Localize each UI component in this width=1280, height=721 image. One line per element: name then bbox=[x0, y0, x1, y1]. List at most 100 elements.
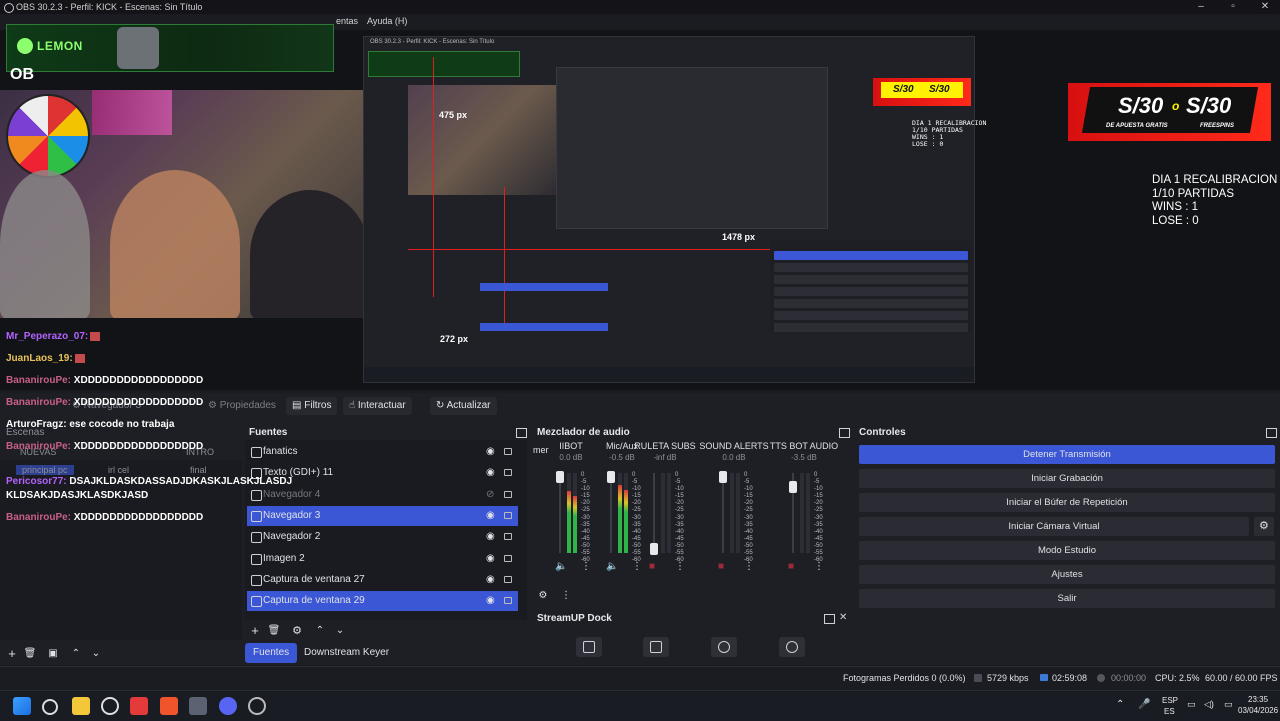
tab-fuentes[interactable]: Fuentes bbox=[245, 643, 298, 663]
source-move-up-button[interactable]: ⌃ bbox=[312, 623, 328, 639]
scene-item[interactable]: principal pc bbox=[16, 465, 74, 475]
lock-icon[interactable] bbox=[504, 490, 512, 498]
app-circle-icon[interactable] bbox=[248, 697, 266, 715]
file-explorer-icon[interactable] bbox=[72, 697, 90, 715]
menu-item-herramientas[interactable]: entas bbox=[336, 16, 358, 26]
lock-icon[interactable] bbox=[504, 469, 512, 477]
clock-date[interactable]: 03/04/2026 bbox=[1238, 706, 1278, 715]
scene-filters-button[interactable]: ▣ bbox=[45, 646, 61, 662]
interact-button[interactable]: ☝ Interactuar bbox=[343, 397, 412, 415]
source-row[interactable]: Navegador 3 ◉ bbox=[247, 505, 518, 526]
volume-fader[interactable] bbox=[789, 473, 797, 553]
volume-fader[interactable] bbox=[556, 471, 564, 553]
refresh-button[interactable]: ↻ Actualizar bbox=[430, 397, 497, 415]
volume-fader[interactable] bbox=[650, 473, 658, 555]
add-source-button[interactable]: + bbox=[247, 623, 263, 639]
close-window-button[interactable]: ✕ bbox=[1250, 0, 1280, 14]
start-replay-buffer-button[interactable]: Iniciar el Búfer de Repetición bbox=[859, 493, 1275, 512]
settings-button[interactable]: Ajustes bbox=[859, 565, 1275, 584]
scenes-list[interactable] bbox=[0, 460, 242, 640]
volume-fader[interactable] bbox=[719, 471, 727, 553]
streamup-close-icon[interactable]: ✕ bbox=[839, 612, 847, 623]
remove-source-button[interactable]: 🗑 bbox=[266, 623, 282, 639]
volume-fader[interactable] bbox=[607, 471, 615, 553]
visibility-eye-icon[interactable]: ⊘ bbox=[486, 489, 494, 500]
language-indicator[interactable]: ESP bbox=[1162, 696, 1178, 705]
start-recording-button[interactable]: Iniciar Grabación bbox=[859, 469, 1275, 488]
maximize-button[interactable]: ▫ bbox=[1218, 0, 1248, 14]
lock-icon[interactable] bbox=[504, 448, 512, 455]
exit-button[interactable]: Salir bbox=[859, 589, 1275, 608]
scene-item[interactable]: final bbox=[190, 465, 207, 475]
streamup-float-icon[interactable] bbox=[824, 614, 835, 624]
mixer-float-icon[interactable] bbox=[839, 428, 850, 438]
lock-icon[interactable] bbox=[504, 533, 512, 541]
source-row[interactable]: Imagen 2 ◉ bbox=[247, 549, 518, 569]
filters-button[interactable]: ▤ Filtros bbox=[286, 397, 338, 415]
tab-downstream-keyer[interactable]: Downstream Keyer bbox=[296, 643, 397, 663]
visibility-eye-icon[interactable]: ◉ bbox=[486, 446, 495, 457]
source-properties-button[interactable]: ⚙ bbox=[289, 623, 305, 639]
channel-menu-icon[interactable]: ⋮ bbox=[744, 561, 754, 572]
fader-knob[interactable] bbox=[789, 481, 797, 494]
lock-icon[interactable] bbox=[504, 554, 512, 562]
streamup-action-button[interactable] bbox=[711, 637, 737, 657]
source-row[interactable]: fanatics ◉ bbox=[247, 442, 518, 462]
source-row[interactable]: Captura de ventana 27 ◉ bbox=[247, 570, 518, 590]
lock-icon[interactable] bbox=[504, 575, 512, 583]
stop-streaming-button[interactable]: Detener Transmisión bbox=[859, 445, 1275, 464]
source-row[interactable]: Navegador 2 ◉ bbox=[247, 527, 518, 547]
remove-scene-button[interactable]: 🗑 bbox=[22, 646, 38, 662]
sources-float-icon[interactable] bbox=[516, 428, 527, 438]
controls-float-icon[interactable] bbox=[1266, 428, 1277, 438]
network-icon[interactable]: ▭ bbox=[1187, 699, 1196, 710]
discord-icon[interactable] bbox=[219, 697, 237, 715]
source-row[interactable]: Navegador 4 ⊘ bbox=[247, 485, 518, 505]
mixer-advanced-button[interactable]: ⚙ bbox=[535, 588, 551, 604]
start-virtual-camera-button[interactable]: Iniciar Cámara Virtual bbox=[859, 517, 1249, 536]
scene-move-up-button[interactable]: ⌃ bbox=[68, 646, 84, 662]
lock-icon[interactable] bbox=[504, 511, 512, 519]
streamup-action-button[interactable] bbox=[779, 637, 805, 657]
mute-speaker-icon[interactable]: 🔈 bbox=[606, 561, 618, 572]
scene-move-down-button[interactable]: ⌄ bbox=[88, 646, 104, 662]
source-move-down-button[interactable]: ⌄ bbox=[332, 623, 348, 639]
mute-speaker-icon[interactable]: 🔈 bbox=[555, 561, 567, 572]
tray-chevron-icon[interactable]: ⌃ bbox=[1116, 699, 1124, 710]
visibility-eye-icon[interactable]: ◉ bbox=[486, 531, 495, 542]
streamup-action-button[interactable] bbox=[576, 637, 602, 657]
fader-knob[interactable] bbox=[650, 543, 658, 555]
brave-browser-icon[interactable] bbox=[160, 697, 178, 715]
visibility-eye-icon[interactable]: ◉ bbox=[486, 467, 495, 478]
windows-start-icon[interactable] bbox=[13, 697, 31, 715]
fader-knob[interactable] bbox=[719, 471, 727, 484]
properties-button[interactable]: ⚙ Propiedades bbox=[202, 397, 282, 415]
app-gray-icon[interactable] bbox=[189, 697, 207, 715]
channel-menu-icon[interactable]: ⋮ bbox=[675, 561, 685, 572]
obs-taskbar-icon[interactable] bbox=[101, 697, 119, 715]
battery-icon[interactable]: ▭ bbox=[1224, 699, 1233, 710]
volume-icon[interactable]: ◁) bbox=[1204, 699, 1214, 710]
lock-icon[interactable] bbox=[504, 597, 512, 605]
fader-knob[interactable] bbox=[556, 471, 564, 484]
studio-mode-button[interactable]: Modo Estudio bbox=[859, 541, 1275, 560]
menu-item-ayuda[interactable]: Ayuda (H) bbox=[367, 16, 407, 26]
visibility-eye-icon[interactable]: ◉ bbox=[486, 574, 495, 585]
visibility-eye-icon[interactable]: ◉ bbox=[486, 510, 495, 521]
mute-speaker-icon[interactable]: ■ bbox=[649, 561, 655, 572]
scene-item[interactable]: irl cel bbox=[108, 465, 129, 475]
mute-speaker-icon[interactable]: ■ bbox=[718, 561, 724, 572]
channel-menu-icon[interactable]: ⋮ bbox=[814, 561, 824, 572]
add-scene-button[interactable]: + bbox=[4, 646, 20, 662]
streamup-action-button[interactable] bbox=[643, 637, 669, 657]
mixer-menu-button[interactable]: ⋮ bbox=[558, 588, 574, 604]
search-icon[interactable] bbox=[42, 699, 58, 715]
app-red-icon[interactable] bbox=[130, 697, 148, 715]
minimize-button[interactable]: – bbox=[1186, 0, 1216, 14]
virtual-camera-settings-button[interactable]: ⚙ bbox=[1254, 517, 1274, 536]
microphone-icon[interactable]: 🎤 bbox=[1138, 699, 1150, 710]
source-row[interactable]: Captura de ventana 29 ◉ bbox=[247, 591, 518, 612]
clock-time[interactable]: 23:35 bbox=[1248, 695, 1268, 704]
visibility-eye-icon[interactable]: ◉ bbox=[486, 553, 495, 564]
mute-speaker-icon[interactable]: ■ bbox=[788, 561, 794, 572]
